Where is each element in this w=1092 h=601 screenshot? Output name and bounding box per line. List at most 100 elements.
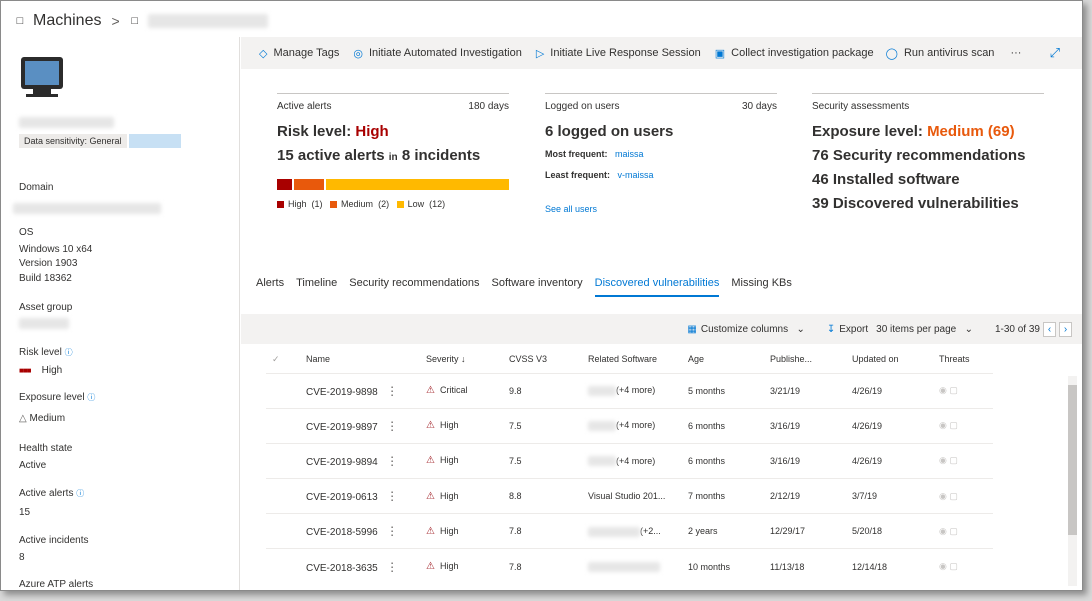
tag-icon: ◇ xyxy=(259,47,268,60)
age-value: 6 months xyxy=(688,407,770,444)
breadcrumb: □ Machines > □ xyxy=(13,9,268,33)
cve-name: CVE-2019-0613 xyxy=(306,492,378,504)
exposure-headline: Exposure level: Medium (69) xyxy=(812,123,1015,140)
column-header-cvss[interactable]: CVSS V3 xyxy=(509,346,588,373)
column-header-related-software[interactable]: Related Software xyxy=(588,346,688,373)
column-header-published[interactable]: Publishe... xyxy=(770,346,852,373)
expand-icon[interactable]: ⤢ xyxy=(1050,45,1060,61)
table-row[interactable]: CVE-2018-5996 ⋮ ⚠ High 7.8 (+2... 2 years… xyxy=(266,513,993,549)
column-header-severity[interactable]: Severity ↓ xyxy=(426,346,509,373)
info-icon[interactable]: ⓘ xyxy=(65,348,73,357)
age-value: 6 months xyxy=(688,442,770,479)
published-value: 3/21/19 xyxy=(770,372,852,409)
column-header-updated[interactable]: Updated on xyxy=(852,346,939,373)
chevron-down-icon: ⌄ xyxy=(964,323,973,335)
published-value: 11/13/18 xyxy=(770,548,852,585)
initiate-investigation-button[interactable]: ◎ Initiate Automated Investigation xyxy=(353,47,522,60)
grid-toolbar: ▦ Customize columns ⌄ ↧ Export 30 items pe… xyxy=(241,314,1082,344)
cve-name: CVE-2018-5996 xyxy=(306,527,378,539)
age-value: 10 months xyxy=(688,548,770,585)
row-menu-icon[interactable]: ⋮ xyxy=(386,419,398,433)
most-frequent-user-link[interactable]: maissa xyxy=(615,149,644,159)
collect-package-button[interactable]: ▣ Collect investigation package xyxy=(715,47,874,60)
play-icon: ▷ xyxy=(535,47,545,60)
column-header-name[interactable]: Name xyxy=(306,346,426,373)
security-recommendations-count[interactable]: 76 Security recommendations xyxy=(812,146,1044,165)
risk-level-value: ■■■ High xyxy=(19,365,63,376)
table-row[interactable]: CVE-2019-9898 ⋮ ⚠ Critical 9.8 (+4 more) … xyxy=(266,372,993,409)
os-value-2: Version 1903 xyxy=(19,258,78,269)
installed-software-count[interactable]: 46 Installed software xyxy=(812,170,1044,189)
warning-icon: ⚠ xyxy=(426,385,435,397)
severity-bar xyxy=(277,179,509,190)
row-menu-icon[interactable]: ⋮ xyxy=(386,489,398,503)
tab-security-recommendations[interactable]: Security recommendations xyxy=(349,277,479,297)
run-antivirus-button[interactable]: ◯ Run antivirus scan xyxy=(886,47,995,60)
select-all-checkbox[interactable]: ✓ xyxy=(266,346,306,373)
manage-tags-button[interactable]: ◇ Manage Tags xyxy=(259,47,339,60)
customize-columns-button[interactable]: ▦ Customize columns ⌄ xyxy=(687,324,804,335)
column-header-threats[interactable]: Threats xyxy=(939,346,993,373)
scrollbar-thumb[interactable] xyxy=(1068,385,1077,535)
software-redacted xyxy=(588,421,616,432)
tab-alerts[interactable]: Alerts xyxy=(256,277,284,297)
next-page-button[interactable]: › xyxy=(1059,321,1072,337)
cvss-value: 7.8 xyxy=(509,548,588,585)
row-menu-icon[interactable]: ⋮ xyxy=(386,454,398,468)
shield-icon: ◯ xyxy=(885,47,898,60)
related-software-value: (+2... xyxy=(640,526,661,537)
column-header-age[interactable]: Age xyxy=(688,346,770,373)
table-row[interactable]: CVE-2019-0613 ⋮ ⚠ High 8.8 Visual Studio … xyxy=(266,478,993,514)
see-all-users-link[interactable]: See all users xyxy=(545,204,777,214)
os-value-3: Build 18362 xyxy=(19,273,72,284)
items-per-page-select[interactable]: 30 items per page ⌄ xyxy=(876,324,973,335)
os-label: OS xyxy=(19,227,34,238)
card-period: 180 days xyxy=(468,101,509,112)
breadcrumb-machines[interactable]: Machines xyxy=(33,12,101,30)
package-icon: ▣ xyxy=(714,47,726,60)
related-software-value: (+4 more) xyxy=(616,385,656,396)
previous-page-button[interactable]: ‹ xyxy=(1043,321,1056,337)
live-response-button[interactable]: ▷ Initiate Live Response Session xyxy=(536,47,701,60)
alerts-headline[interactable]: 15 active alerts in 8 incidents xyxy=(277,146,509,167)
severity-value: High xyxy=(439,525,459,536)
table-row[interactable]: CVE-2018-3635 ⋮ ⚠ High 7.8 10 months 11/1… xyxy=(266,548,993,585)
info-icon[interactable]: ⓘ xyxy=(76,489,84,498)
asset-group-label: Asset group xyxy=(19,302,73,313)
table-row[interactable]: CVE-2019-9894 ⋮ ⚠ High 7.5 (+4 more) 6 mo… xyxy=(266,442,993,479)
severity-value: High xyxy=(439,420,459,431)
least-frequent-user-link[interactable]: v-maissa xyxy=(618,170,654,180)
cvss-value: 7.8 xyxy=(509,513,588,549)
logged-on-users-card: Logged on users 30 days 6 logged on users… xyxy=(545,93,777,214)
severity-bar-medium xyxy=(293,179,325,190)
row-menu-icon[interactable]: ⋮ xyxy=(386,524,398,538)
tab-timeline[interactable]: Timeline xyxy=(296,277,337,297)
info-icon[interactable]: ⓘ xyxy=(87,393,95,402)
card-title: Logged on users xyxy=(545,101,620,112)
laptop-icon: □ xyxy=(131,15,138,27)
related-software-value: Visual Studio 201... xyxy=(588,491,666,502)
chevron-right-icon: > xyxy=(111,13,120,29)
row-menu-icon[interactable]: ⋮ xyxy=(386,560,398,574)
row-menu-icon[interactable]: ⋮ xyxy=(386,384,398,398)
severity-value: High xyxy=(439,455,459,466)
updated-value: 3/7/19 xyxy=(852,478,939,514)
more-actions-button[interactable]: ··· xyxy=(1010,47,1021,59)
threat-icons: ◉ ▢ xyxy=(939,407,993,444)
cvss-value: 9.8 xyxy=(509,372,588,409)
threat-icons: ◉ ▢ xyxy=(939,548,993,585)
least-frequent: Least frequent: v-maissa xyxy=(545,170,654,180)
machine-tag[interactable] xyxy=(129,134,181,148)
tab-software-inventory[interactable]: Software inventory xyxy=(492,277,583,297)
severity-bar-high xyxy=(277,179,292,190)
published-value: 12/29/17 xyxy=(770,513,852,549)
severity-bar-low xyxy=(326,179,509,190)
table-row[interactable]: CVE-2019-9897 ⋮ ⚠ High 7.5 (+4 more) 6 mo… xyxy=(266,407,993,444)
tab-discovered-vulnerabilities[interactable]: Discovered vulnerabilities xyxy=(594,277,720,297)
tab-missing-kbs[interactable]: Missing KBs xyxy=(731,277,792,297)
investigation-icon: ◎ xyxy=(353,47,363,60)
export-button[interactable]: ↧ Export xyxy=(827,324,868,335)
cve-name: CVE-2019-9898 xyxy=(306,386,378,398)
threat-icons: ◉ ▢ xyxy=(939,372,993,409)
discovered-vulnerabilities-count[interactable]: 39 Discovered vulnerabilities xyxy=(812,194,1044,213)
